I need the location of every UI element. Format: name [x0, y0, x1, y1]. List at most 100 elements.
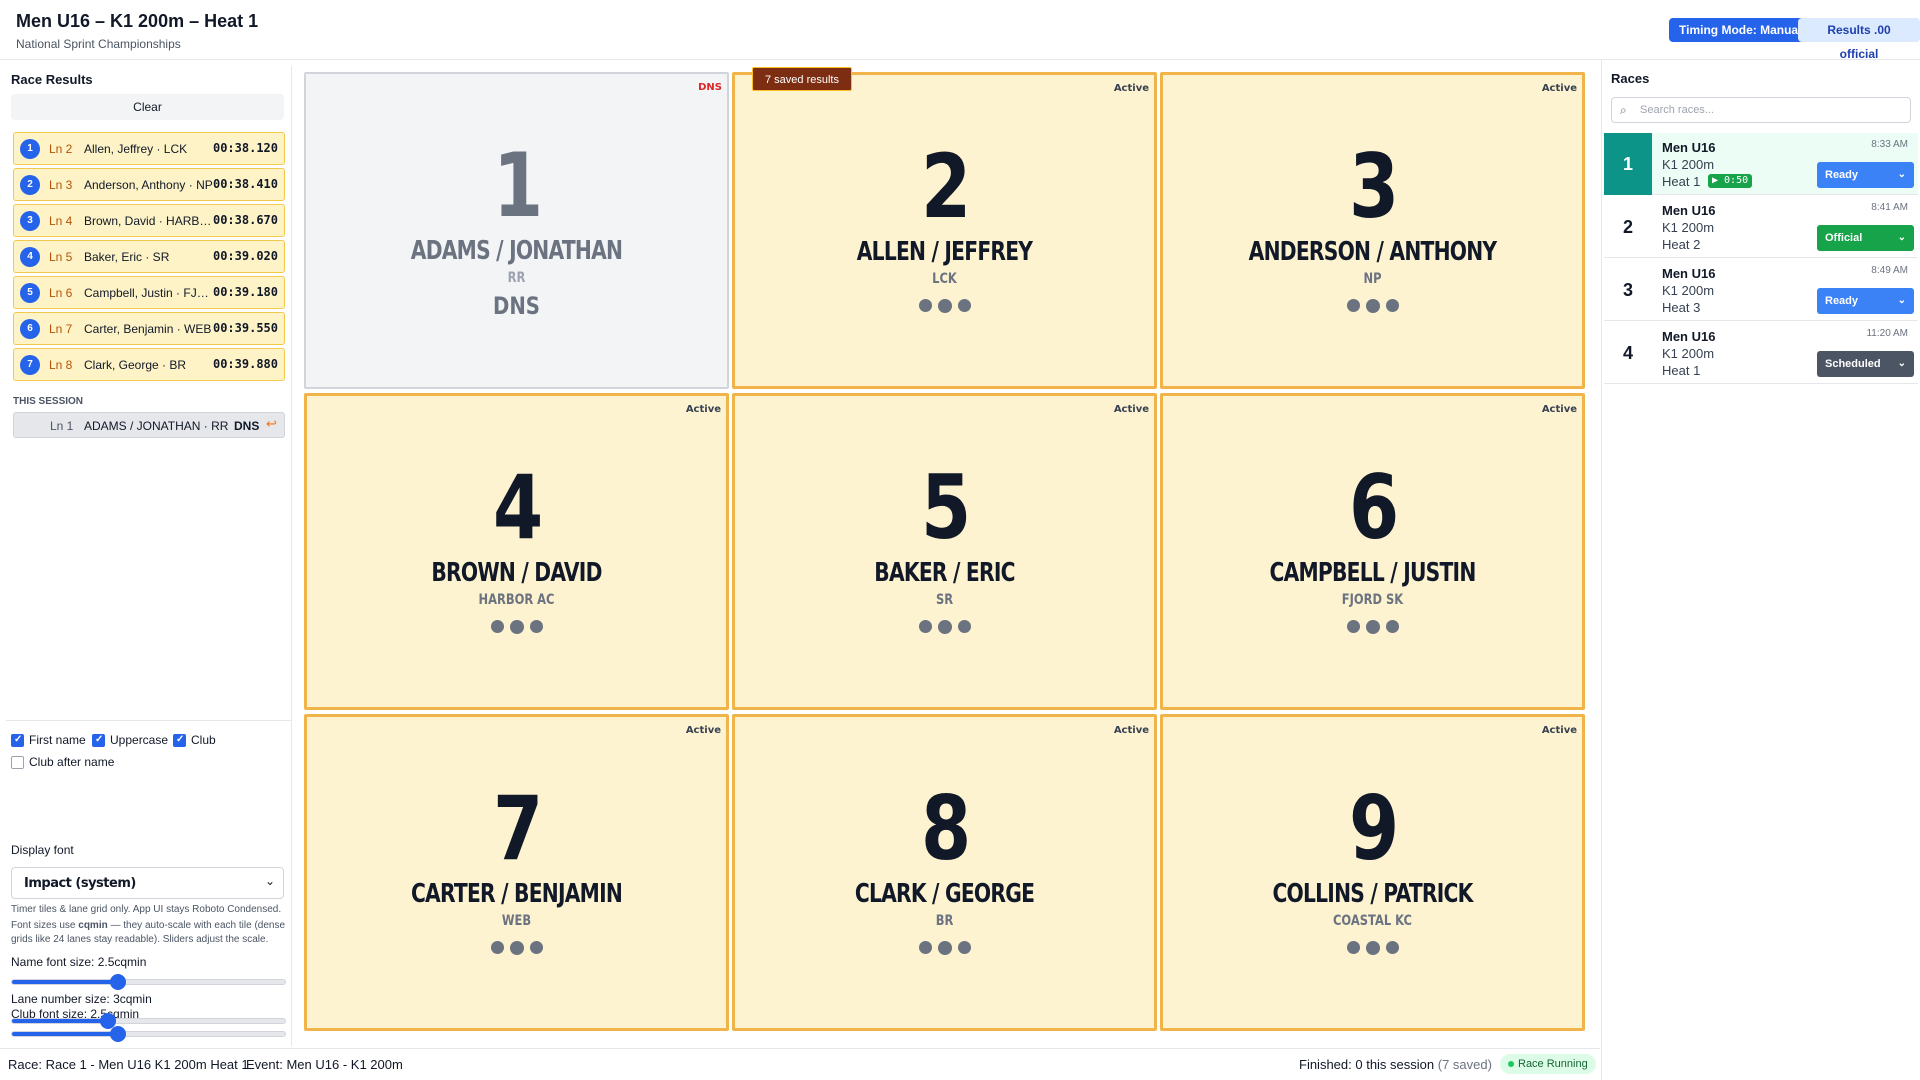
- club-after-name-checkbox[interactable]: Club after name: [11, 755, 114, 769]
- result-time: 00:39.880: [212, 357, 278, 371]
- checkbox-checked-icon: [173, 733, 186, 747]
- race-heat: Heat 1: [1662, 174, 1701, 189]
- result-row[interactable]: 2 Ln 3 Anderson, Anthony · NP 00:38.410: [13, 168, 285, 201]
- race-number: 1: [1604, 133, 1652, 195]
- result-row[interactable]: 3 Ln 4 Brown, David · HARBOR AC00:38.670: [13, 204, 285, 237]
- search-icon: ⌕: [1620, 103, 1627, 117]
- tile-status-badge: DNS: [698, 82, 722, 93]
- race-status-dropdown[interactable]: Official ⌄: [1817, 225, 1914, 251]
- slider-thumb[interactable]: [99, 1013, 116, 1029]
- dot-icon: [918, 941, 932, 955]
- result-athlete: Clark, George · BR: [84, 358, 187, 372]
- lane-tile[interactable]: Active 3 ANDERSON / ANTHONY NP: [1160, 72, 1585, 389]
- result-row[interactable]: 4 Ln 5 Baker, Eric · SR 00:39.020: [13, 240, 285, 273]
- first-name-checkbox[interactable]: First name: [11, 733, 86, 747]
- athlete-name: BAKER / ERIC: [874, 558, 1015, 588]
- position-badge: 1: [20, 139, 40, 159]
- lane-tile[interactable]: DNS 1 ADAMS / JONATHAN RR DNS: [304, 72, 729, 389]
- results-official-button[interactable]: Results .00 official: [1798, 18, 1920, 61]
- lane-number: 6: [1349, 456, 1399, 559]
- search-placeholder: Search races...: [1640, 104, 1714, 116]
- race-item[interactable]: 3 Men U16 K1 200m Heat 3 8:49 AM Ready ⌄: [1604, 259, 1918, 321]
- tile-dots: [307, 618, 726, 636]
- position-badge: 2: [20, 175, 40, 195]
- lane-tile[interactable]: Active 7 CARTER / BENJAMIN WEB: [304, 714, 729, 1031]
- position-badge: 6: [20, 319, 40, 339]
- slider-fill: [12, 1032, 119, 1036]
- search-races-input[interactable]: ⌕ Search races...: [1611, 97, 1911, 123]
- athlete-name: CLARK / GEORGE: [854, 879, 1035, 909]
- races-panel: Races ⌕ Search races... 1 Men U16 K1 200m H…: [1601, 60, 1920, 1080]
- athlete-club: HARBOR AC: [478, 592, 555, 608]
- lane-tile[interactable]: Active 9 COLLINS / PATRICK COASTAL KC: [1160, 714, 1585, 1031]
- lane-tile[interactable]: Active 8 CLARK / GEORGE BR: [732, 714, 1157, 1031]
- undo-icon[interactable]: ↩: [266, 416, 277, 432]
- result-time: 00:39.180: [212, 285, 278, 299]
- result-row[interactable]: 5 Ln 6 Campbell, Justin · FJORD SK00:39.18…: [13, 276, 285, 309]
- result-lane: Ln 4: [49, 214, 73, 228]
- race-status-dropdown[interactable]: Ready ⌄: [1817, 288, 1914, 314]
- clear-button[interactable]: Clear: [11, 94, 284, 120]
- name-size-label: Name font size: 2.5cqmin: [11, 955, 147, 969]
- slider-thumb[interactable]: [110, 974, 127, 990]
- race-item[interactable]: 2 Men U16 K1 200m Heat 2 8:41 AM Official ⌄: [1604, 196, 1918, 258]
- result-row[interactable]: 6 Ln 7 Carter, Benjamin · WEB 00:39.550: [13, 312, 285, 345]
- timing-mode-button[interactable]: Timing Mode: Manual: [1669, 18, 1812, 42]
- result-row[interactable]: 7 Ln 8 Clark, George · BR 00:39.880: [13, 348, 285, 381]
- lane-tile[interactable]: Active 6 CAMPBELL / JUSTIN FJORD SK: [1160, 393, 1585, 710]
- club-after-name-label: Club after name: [29, 755, 115, 769]
- session-athlete: ADAMS / JONATHAN · RR: [84, 419, 229, 433]
- tile-status-badge: Active: [1541, 404, 1577, 415]
- position-badge: 3: [20, 211, 40, 231]
- tile-dots: [1163, 297, 1582, 315]
- dot-icon: [918, 299, 932, 313]
- dot-icon: [1346, 299, 1360, 313]
- result-athlete: Brown, David · HARBOR AC: [84, 214, 214, 228]
- position-badge: 7: [20, 355, 40, 375]
- dot-icon: [1365, 298, 1380, 313]
- name-size-slider[interactable]: [11, 974, 286, 990]
- athlete-club: RR: [507, 270, 526, 286]
- dot-icon: [490, 941, 504, 955]
- race-running-badge: Race Running: [1500, 1054, 1596, 1074]
- lane-tile[interactable]: Active 2 ALLEN / JEFFREY LCK: [732, 72, 1157, 389]
- tile-status-badge: Active: [1541, 725, 1577, 736]
- results-panel: Race Results Clear 1 Ln 2 Allen, Jeffrey ·…: [6, 66, 292, 1046]
- display-font-select[interactable]: Impact (system) ⌄: [11, 867, 284, 899]
- race-status-dropdown[interactable]: Scheduled ⌄: [1817, 351, 1914, 377]
- page-title: Men U16 – K1 200m – Heat 1: [16, 11, 259, 31]
- uppercase-checkbox[interactable]: Uppercase: [92, 733, 168, 747]
- session-row[interactable]: Ln 1 ADAMS / JONATHAN · RR DNS ↩: [13, 412, 285, 438]
- race-status-dropdown[interactable]: Ready ⌄: [1817, 162, 1914, 188]
- results-list: 1 Ln 2 Allen, Jeffrey · LCK 00:38.120 2 Ln 3 A…: [13, 132, 285, 384]
- athlete-club: BR: [935, 913, 954, 929]
- lane-number: 7: [493, 777, 543, 880]
- slider-thumb[interactable]: [110, 1026, 127, 1042]
- athlete-club: LCK: [932, 271, 957, 287]
- lane-tile[interactable]: Active 4 BROWN / DAVID HARBOR AC: [304, 393, 729, 710]
- slider-fill: [12, 1019, 108, 1023]
- club-checkbox[interactable]: Club: [173, 733, 216, 747]
- result-time: 00:38.410: [212, 177, 278, 191]
- athlete-name: BROWN / DAVID: [431, 558, 602, 588]
- results-panel-title: Race Results: [11, 72, 93, 87]
- tile-status-badge: Active: [1113, 404, 1149, 415]
- dot-icon: [1385, 941, 1399, 955]
- lane-size-slider[interactable]: [11, 1013, 286, 1029]
- race-item[interactable]: 1 Men U16 K1 200m Heat 1 8:33 AM ▶ 0:50 Ready ⌄: [1604, 133, 1918, 195]
- race-number: 3: [1622, 280, 1633, 300]
- chevron-down-icon: ⌄: [1897, 358, 1906, 369]
- tile-status-badge: Active: [1113, 83, 1149, 94]
- race-item[interactable]: 4 Men U16 K1 200m Heat 1 11:20 AM Scheduled ⌄: [1604, 322, 1918, 384]
- lane-number: 1: [493, 134, 543, 237]
- dot-icon: [490, 620, 504, 634]
- result-row[interactable]: 1 Ln 2 Allen, Jeffrey · LCK 00:38.120: [13, 132, 285, 165]
- lane-tile[interactable]: Active 5 BAKER / ERIC SR: [732, 393, 1157, 710]
- tile-dots: [735, 618, 1154, 636]
- checkbox-empty-icon: [11, 755, 24, 769]
- athlete-club: SR: [935, 592, 954, 608]
- club-size-slider[interactable]: [11, 1026, 286, 1042]
- lane-number: 8: [921, 777, 971, 880]
- slider-fill: [12, 980, 119, 984]
- lane-number: 4: [493, 456, 543, 559]
